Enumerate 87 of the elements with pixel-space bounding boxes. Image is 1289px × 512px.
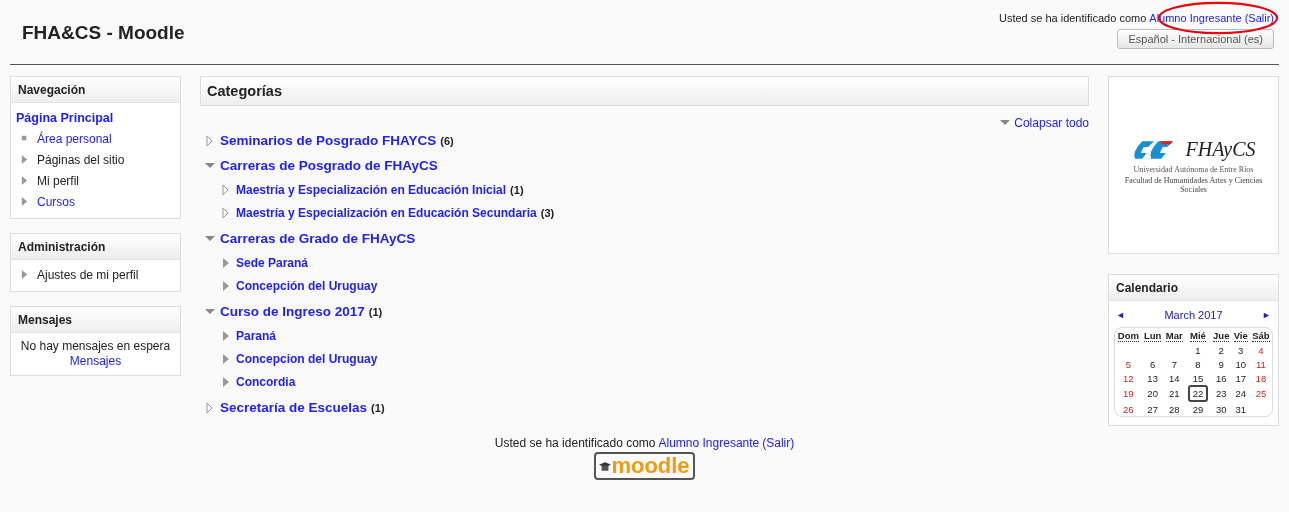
logout-link[interactable]: (Salir) — [1244, 12, 1274, 24]
category-link[interactable]: Concepcion del Uruguay — [236, 351, 378, 366]
weekday-label: Dom — [1117, 330, 1139, 342]
caret-right-icon — [20, 197, 29, 206]
calendar-day[interactable]: 7 — [1169, 357, 1179, 371]
bullet-icon — [20, 134, 29, 143]
category-link[interactable]: Concepción del Uruguay — [236, 278, 378, 293]
calendar-day[interactable]: 23 — [1213, 387, 1229, 400]
category-link[interactable]: Secretaría de Escuelas — [220, 400, 368, 415]
calendar-day[interactable]: 24 — [1233, 387, 1249, 400]
nav-item[interactable]: Páginas del sitio — [37, 152, 125, 167]
nav-item[interactable]: Mi perfil — [37, 173, 79, 188]
calendar-day[interactable]: 15 — [1190, 371, 1206, 385]
calendar-day[interactable]: 14 — [1167, 371, 1182, 385]
weekday-label: Mié — [1190, 330, 1206, 342]
calendar-day[interactable]: 6 — [1148, 357, 1158, 371]
course-count: (6) — [440, 134, 454, 147]
calendar-day[interactable]: 18 — [1253, 371, 1269, 385]
block-title: Mensajes — [18, 313, 73, 327]
calendar-day[interactable]: 10 — [1233, 357, 1249, 371]
category-link[interactable]: Maestría y Especialización en Educación Inicial — [236, 182, 507, 197]
course-count: (3) — [540, 206, 555, 219]
calendar-day[interactable]: 4 — [1256, 343, 1266, 357]
block-title: Calendario — [1116, 281, 1178, 295]
calendar-day[interactable]: 1 — [1193, 343, 1203, 357]
calendar-day[interactable]: 21 — [1167, 387, 1182, 400]
category-link[interactable]: Carreras de Grado de FHAyCS — [220, 231, 416, 246]
calendar-day[interactable]: 29 — [1190, 402, 1206, 416]
faculty-name: Facultad de Humanidades Artes y Ciencias Sociales — [1123, 175, 1264, 194]
course-count: (1) — [368, 305, 383, 318]
next-month-button[interactable]: ► — [1262, 310, 1271, 320]
calendar-day[interactable]: 22 — [1187, 385, 1209, 402]
weekday-label: Mar — [1165, 330, 1183, 342]
caret-right-icon — [20, 176, 29, 185]
calendar-day[interactable]: 27 — [1145, 402, 1160, 416]
category-link[interactable]: Maestría y Especialización en Educación Secundaria — [236, 205, 537, 220]
calendar-day[interactable]: 30 — [1213, 402, 1229, 416]
calendar-day[interactable]: 17 — [1233, 371, 1249, 385]
collapse-all-link[interactable]: Colapsar todo — [1014, 116, 1089, 130]
month-title[interactable]: March 2017 — [1164, 309, 1223, 321]
message-text: No hay mensajes en espera — [20, 339, 171, 354]
nav-item[interactable]: Página Principal — [16, 110, 114, 125]
calendar-day[interactable]: 2 — [1216, 343, 1226, 357]
logout-link[interactable]: (Salir) — [762, 436, 795, 450]
category-link[interactable]: Paraná — [236, 328, 277, 343]
block-title: Administración — [18, 240, 106, 254]
language-select[interactable]: Español - Internacional (es) — [1117, 29, 1274, 49]
calendar-day[interactable]: 5 — [1123, 357, 1133, 371]
calendar-day[interactable]: 9 — [1216, 357, 1226, 371]
course-count: (1) — [510, 183, 524, 196]
calendar-day[interactable]: 13 — [1145, 371, 1160, 385]
calendar-day[interactable]: 19 — [1121, 387, 1136, 400]
nav-item[interactable]: Cursos — [37, 194, 75, 209]
caret-right-icon — [20, 155, 29, 164]
messages-link[interactable]: Mensajes — [69, 354, 122, 369]
previous-month-button[interactable]: ◄ — [1116, 310, 1125, 320]
user-link[interactable]: Alumno Ingresante — [658, 436, 760, 450]
login-text: Usted se ha identificado como — [494, 436, 656, 450]
course-count: (1) — [371, 401, 385, 414]
calendar-day[interactable]: 8 — [1193, 357, 1203, 371]
login-text: Usted se ha identificado como — [998, 12, 1147, 24]
calendar-day[interactable]: 26 — [1121, 402, 1136, 416]
calendar-day[interactable]: 11 — [1254, 357, 1268, 371]
category-link[interactable]: Sede Paraná — [236, 255, 309, 270]
nav-item[interactable]: Área personal — [37, 131, 112, 146]
block-title: Navegación — [18, 83, 86, 97]
category-link[interactable]: Concordia — [236, 374, 296, 389]
category-link[interactable]: Carreras de Posgrado de FHAyCS — [220, 158, 438, 173]
site-title[interactable]: FHA&CS - Moodle — [22, 22, 185, 44]
calendar-day[interactable]: 3 — [1236, 343, 1246, 357]
faculty-logo-text: FHAyCS — [1185, 138, 1256, 161]
weekday-label: Lun — [1143, 330, 1162, 342]
calendar-day[interactable]: 20 — [1145, 387, 1160, 400]
nav-item[interactable]: Ajustes de mi perfil — [37, 267, 139, 282]
calendar-day[interactable]: 12 — [1121, 371, 1136, 385]
calendar-day[interactable]: 28 — [1167, 402, 1182, 416]
weekday-label: Jue — [1213, 330, 1230, 342]
weekday-label: Vie — [1233, 330, 1248, 342]
category-link[interactable]: Seminarios de Posgrado FHAYCS — [220, 133, 437, 148]
calendar-day[interactable]: 25 — [1253, 387, 1269, 400]
calendar-day[interactable]: 31 — [1233, 402, 1249, 416]
section-title: Categorías — [207, 83, 283, 99]
university-name: Universidad Autónoma de Entre Ríos — [1133, 164, 1254, 174]
calendar-day[interactable]: 16 — [1213, 371, 1229, 385]
caret-right-icon — [20, 270, 29, 279]
weekday-label: Sáb — [1252, 330, 1270, 342]
category-link[interactable]: Curso de Ingreso 2017 — [220, 304, 365, 319]
